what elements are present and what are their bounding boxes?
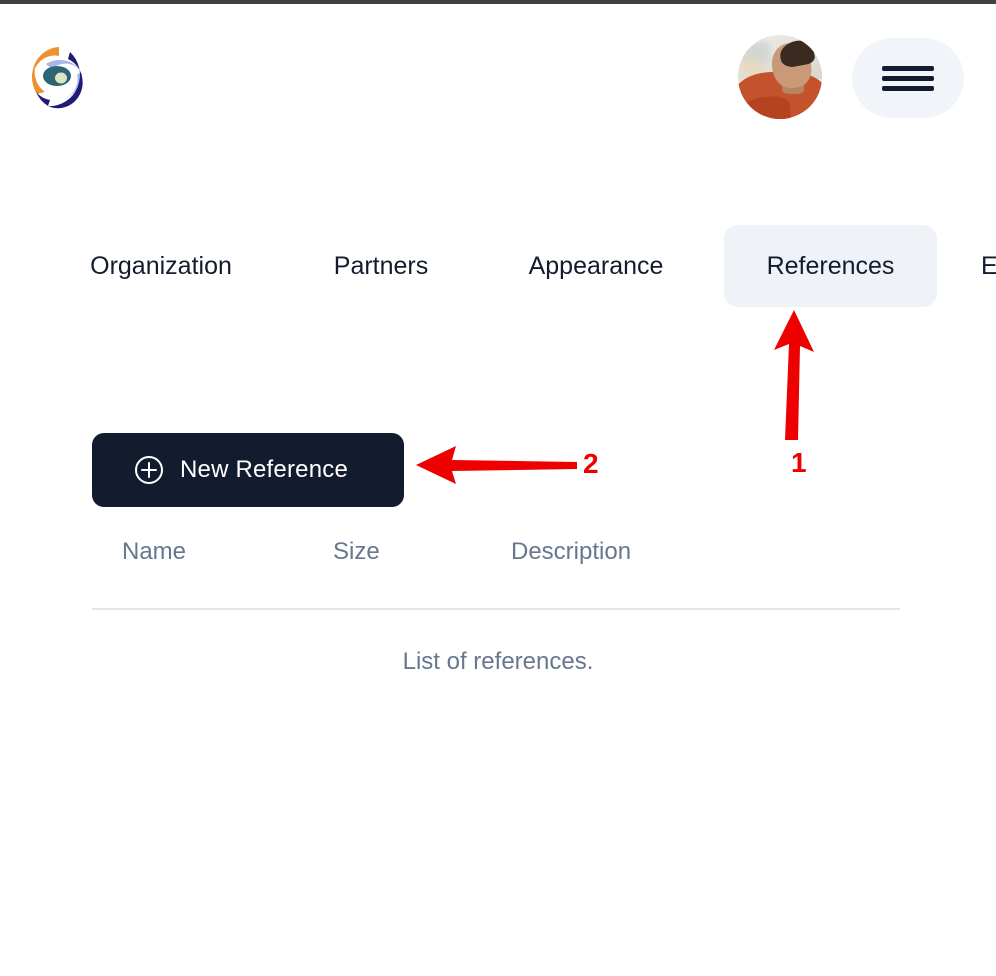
tab-references[interactable]: References	[724, 225, 937, 307]
tab-appearance[interactable]: Appearance	[516, 225, 676, 307]
new-reference-button[interactable]: New Reference	[92, 433, 404, 507]
annotation-arrow-2	[414, 444, 579, 486]
tab-appearance-label: Appearance	[528, 251, 664, 280]
plus-circle-icon	[134, 455, 164, 485]
hamburger-menu-button[interactable]	[852, 38, 964, 118]
eye-logo[interactable]	[26, 42, 92, 112]
annotation-arrow-1	[758, 308, 828, 448]
new-reference-label: New Reference	[180, 456, 349, 483]
column-header-description[interactable]: Description	[511, 538, 631, 566]
references-table: Name Size Description	[0, 538, 996, 600]
tab-organization-label: Organization	[90, 251, 232, 280]
tab-organization[interactable]: Organization	[76, 225, 246, 307]
hamburger-icon	[882, 66, 934, 71]
page-header	[0, 4, 996, 140]
tab-truncated-next-label: E	[981, 251, 996, 280]
annotation-number-2: 2	[583, 448, 599, 479]
tab-truncated-next[interactable]: E	[981, 225, 996, 307]
table-caption: List of references.	[402, 648, 594, 675]
column-header-name[interactable]: Name	[122, 538, 186, 566]
hamburger-icon-bar-3	[882, 86, 934, 91]
settings-tab-bar: Organization Partners Appearance Referen…	[0, 225, 996, 307]
tab-partners-label: Partners	[333, 251, 429, 280]
avatar[interactable]	[738, 35, 822, 119]
page-root: Organization Partners Appearance Referen…	[0, 0, 996, 976]
tab-partners[interactable]: Partners	[326, 225, 436, 307]
tab-references-label: References	[766, 251, 895, 280]
table-header-row: Name Size Description	[0, 538, 996, 600]
hamburger-icon-bar-2	[882, 76, 934, 81]
column-header-size[interactable]: Size	[333, 538, 380, 566]
table-divider	[92, 608, 900, 610]
annotation-number-1: 1	[791, 447, 807, 478]
